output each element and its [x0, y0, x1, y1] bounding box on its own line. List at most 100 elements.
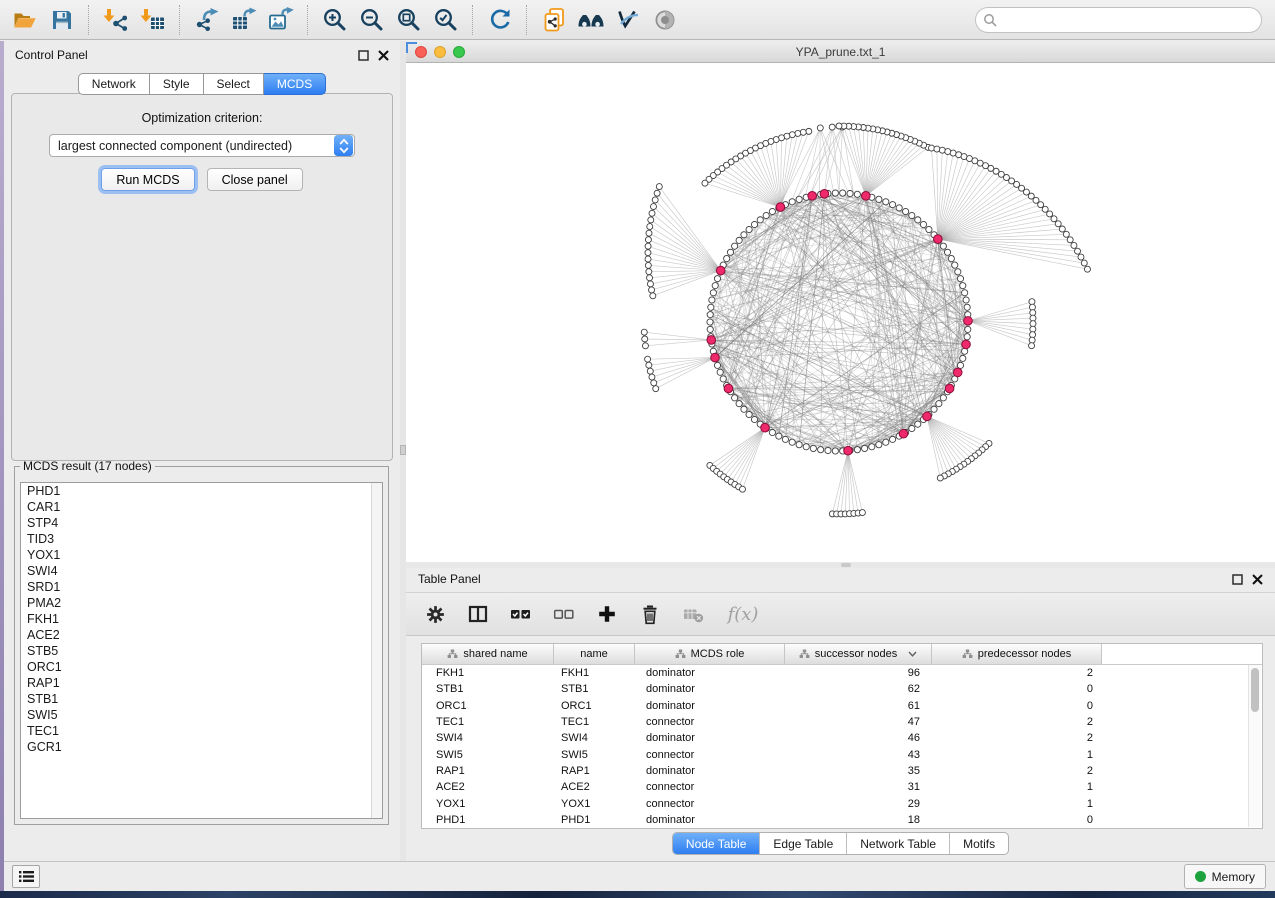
table-cell[interactable]: dominator [635, 683, 785, 695]
mcds-list-scrollbar[interactable] [371, 483, 382, 818]
maximize-window-icon[interactable] [453, 46, 465, 58]
add-column-icon[interactable] [595, 602, 619, 626]
mcds-result-item[interactable]: GCR1 [21, 739, 382, 755]
mcds-result-item[interactable]: RAP1 [21, 675, 382, 691]
table-row[interactable]: TEC1TEC1connector472 [422, 714, 1262, 730]
table-cell[interactable]: ORC1 [422, 700, 554, 712]
table-cell[interactable]: YOX1 [554, 798, 635, 810]
table-cell[interactable]: RAP1 [554, 765, 635, 777]
table-cell[interactable]: 35 [785, 765, 932, 777]
tab-node-table[interactable]: Node Table [673, 833, 760, 854]
search-network-icon[interactable] [572, 3, 609, 37]
bird-eye-view-icon[interactable] [646, 3, 683, 37]
table-cell[interactable]: 1 [932, 798, 1102, 810]
table-cell[interactable]: SWI4 [554, 732, 635, 744]
table-cell[interactable]: dominator [635, 765, 785, 777]
tab-motifs[interactable]: Motifs [949, 833, 1008, 854]
table-cell[interactable]: ACE2 [554, 781, 635, 793]
table-cell[interactable]: 1 [932, 749, 1102, 761]
vertical-splitter[interactable] [400, 41, 406, 862]
table-cell[interactable]: connector [635, 716, 785, 728]
horizontal-splitter-handle[interactable] [841, 563, 851, 567]
table-row[interactable]: STB1STB1dominator620 [422, 681, 1262, 697]
mcds-result-item[interactable]: SWI4 [21, 563, 382, 579]
table-row[interactable]: RAP1RAP1dominator352 [422, 763, 1262, 779]
table-cell[interactable]: PHD1 [422, 814, 554, 826]
table-row[interactable]: FKH1FKH1dominator962 [422, 665, 1262, 681]
table-row[interactable]: YOX1YOX1connector291 [422, 795, 1262, 811]
import-network-icon[interactable] [97, 3, 134, 37]
table-cell[interactable]: connector [635, 749, 785, 761]
table-cell[interactable]: STB1 [422, 683, 554, 695]
table-cell[interactable]: SWI4 [422, 732, 554, 744]
network-window-titlebar[interactable]: YPA_prune.txt_1 [406, 42, 1275, 63]
import-table-icon[interactable] [134, 3, 171, 37]
table-cell[interactable]: 61 [785, 700, 932, 712]
mcds-result-item[interactable]: TID3 [21, 531, 382, 547]
table-cell[interactable]: ACE2 [422, 781, 554, 793]
graphics-details-icon[interactable] [609, 3, 646, 37]
mcds-result-item[interactable]: SWI5 [21, 707, 382, 723]
mcds-result-item[interactable]: PHD1 [21, 483, 382, 499]
table-cell[interactable]: dominator [635, 700, 785, 712]
table-row[interactable]: SWI5SWI5connector431 [422, 746, 1262, 762]
split-panel-icon[interactable] [466, 602, 490, 626]
table-cell[interactable]: YOX1 [422, 798, 554, 810]
network-canvas[interactable] [406, 63, 1275, 562]
network-search-box[interactable] [975, 7, 1262, 33]
tab-select[interactable]: Select [204, 73, 264, 95]
table-cell[interactable]: STB1 [554, 683, 635, 695]
table-cell[interactable]: 62 [785, 683, 932, 695]
table-cell[interactable]: 96 [785, 667, 932, 679]
task-history-button[interactable] [12, 865, 40, 888]
unselect-all-icon[interactable] [552, 602, 576, 626]
table-cell[interactable]: 0 [932, 683, 1102, 695]
tab-mcds[interactable]: MCDS [264, 73, 326, 95]
table-cell[interactable]: 47 [785, 716, 932, 728]
table-cell[interactable]: 29 [785, 798, 932, 810]
zoom-fit-icon[interactable] [390, 3, 427, 37]
table-cell[interactable]: 2 [932, 732, 1102, 744]
delete-column-trash-icon[interactable] [638, 602, 662, 626]
clone-network-icon[interactable] [535, 3, 572, 37]
mcds-result-list[interactable]: PHD1CAR1STP4TID3YOX1SWI4SRD1PMA2FKH1ACE2… [20, 482, 383, 819]
mcds-result-item[interactable]: STP4 [21, 515, 382, 531]
close-panel-button[interactable]: Close panel [207, 168, 303, 191]
mcds-result-item[interactable]: SRD1 [21, 579, 382, 595]
minimize-window-icon[interactable] [434, 46, 446, 58]
mcds-result-item[interactable]: STB5 [21, 643, 382, 659]
mcds-result-item[interactable]: ORC1 [21, 659, 382, 675]
float-table-panel-icon[interactable] [1232, 574, 1243, 585]
mcds-result-item[interactable]: PMA2 [21, 595, 382, 611]
tab-edge-table[interactable]: Edge Table [759, 833, 846, 854]
column-header-predecessor-nodes[interactable]: predecessor nodes [932, 644, 1102, 664]
column-header-successor-nodes[interactable]: successor nodes [785, 644, 932, 664]
table-cell[interactable]: dominator [635, 814, 785, 826]
table-cell[interactable]: 43 [785, 749, 932, 761]
table-cell[interactable]: FKH1 [422, 667, 554, 679]
table-cell[interactable]: ORC1 [554, 700, 635, 712]
vertical-splitter-handle[interactable] [400, 445, 406, 455]
table-scrollbar-thumb[interactable] [1251, 668, 1259, 712]
apply-layout-icon[interactable] [481, 3, 518, 37]
column-header-name[interactable]: name [554, 644, 635, 664]
table-scrollbar[interactable] [1248, 665, 1261, 827]
table-row[interactable]: PHD1PHD1dominator180 [422, 812, 1262, 828]
close-panel-icon[interactable] [378, 50, 389, 61]
table-cell[interactable]: 46 [785, 732, 932, 744]
table-cell[interactable]: SWI5 [554, 749, 635, 761]
mcds-result-item[interactable]: CAR1 [21, 499, 382, 515]
table-cell[interactable]: FKH1 [554, 667, 635, 679]
table-cell[interactable]: 18 [785, 814, 932, 826]
table-cell[interactable]: connector [635, 781, 785, 793]
table-cell[interactable]: 1 [932, 781, 1102, 793]
open-file-icon[interactable] [6, 3, 43, 37]
table-cell[interactable]: SWI5 [422, 749, 554, 761]
export-table-icon[interactable] [225, 3, 262, 37]
column-header-MCDS-role[interactable]: MCDS role [635, 644, 785, 664]
mcds-result-item[interactable]: ACE2 [21, 627, 382, 643]
table-cell[interactable]: 2 [932, 765, 1102, 777]
table-row[interactable]: SWI4SWI4dominator462 [422, 730, 1262, 746]
optimization-criterion-select[interactable]: largest connected component (undirected) [49, 134, 355, 157]
tab-style[interactable]: Style [150, 73, 204, 95]
